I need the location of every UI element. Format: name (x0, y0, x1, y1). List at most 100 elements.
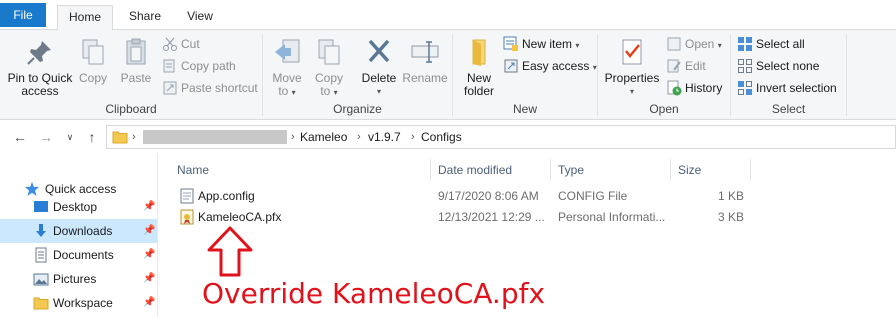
select-all-button[interactable]: Select all (737, 34, 805, 54)
pin-icon (24, 36, 56, 68)
nav-item-label: Documents (53, 248, 114, 262)
chevron-down-icon: ∨ (66, 132, 74, 142)
breadcrumb-configs[interactable]: Configs (421, 126, 462, 148)
file-date-modified: 9/17/2020 8:06 AM (438, 189, 539, 203)
file-row-kameleoca-pfx[interactable]: KameleoCA.pfx 12/13/2021 12:29 ... Perso… (174, 206, 764, 228)
forward-button[interactable]: → (36, 127, 56, 147)
recent-locations-button[interactable]: ∨ (60, 127, 80, 147)
file-size: 1 KB (717, 189, 744, 203)
copy-path-label: Copy path (181, 59, 236, 73)
easy-access-button[interactable]: Easy access ▾ (503, 56, 597, 76)
annotation-up-arrow-icon (205, 226, 255, 281)
nav-item-workspace[interactable]: Workspace 📌 (0, 291, 157, 315)
breadcrumb-version[interactable]: v1.9.7 (368, 126, 401, 148)
breadcrumb-separator: › (291, 131, 295, 143)
column-header-name[interactable]: Name (177, 159, 209, 181)
select-none-button[interactable]: Select none (737, 56, 819, 76)
documents-icon (33, 247, 49, 263)
pictures-icon (33, 271, 49, 287)
nav-item-label: Desktop (53, 200, 98, 214)
file-type: CONFIG File (558, 189, 628, 203)
pin-icon: 📌 (143, 273, 156, 284)
column-divider[interactable] (750, 159, 751, 181)
breadcrumb-separator: › (357, 131, 361, 143)
select-all-icon (737, 36, 753, 52)
copy-path-button[interactable]: Copy path (162, 56, 236, 76)
breadcrumb-separator: › (411, 131, 415, 143)
paste-shortcut-button[interactable]: Paste shortcut (162, 78, 258, 98)
copy-icon (77, 36, 109, 68)
edit-button[interactable]: Edit (666, 56, 706, 76)
nav-item-label: Pictures (53, 272, 97, 286)
properties-button[interactable]: Properties ▾ (602, 36, 662, 98)
cut-button[interactable]: Cut (162, 34, 200, 54)
invert-selection-button[interactable]: Invert selection (737, 78, 837, 98)
new-item-button[interactable]: New item ▾ (503, 34, 579, 54)
back-arrow-icon: ← (13, 129, 27, 145)
tab-file[interactable]: File (0, 3, 46, 27)
new-group: New folder New item ▾ Easy access ▾ New (453, 30, 597, 120)
file-date-modified: 12/13/2021 12:29 ... (438, 210, 545, 224)
back-button[interactable]: ← (10, 127, 30, 147)
copy-to-icon (313, 36, 345, 68)
folder-icon (33, 295, 49, 311)
history-button[interactable]: History (666, 78, 722, 98)
address-bar[interactable]: › › Kameleo › v1.9.7 › Configs (106, 125, 896, 149)
edit-label: Edit (685, 59, 706, 73)
properties-dropdown-arrow: ▾ (629, 87, 634, 96)
up-button[interactable]: ↑ (82, 127, 102, 147)
delete-x-icon (363, 36, 395, 68)
select-none-icon (737, 58, 753, 74)
column-divider[interactable] (550, 159, 551, 181)
move-to-label-line2: to ▾ (278, 84, 296, 98)
file-row-app-config[interactable]: App.config 9/17/2020 8:06 AM CONFIG File… (174, 185, 764, 207)
pin-icon: 📌 (143, 297, 156, 308)
delete-button[interactable]: Delete ▾ (359, 36, 399, 98)
select-all-label: Select all (756, 37, 805, 51)
column-header-type[interactable]: Type (558, 159, 584, 181)
desktop-icon (33, 199, 49, 215)
nav-item-documents[interactable]: Documents 📌 (0, 243, 157, 267)
copy-path-icon (162, 58, 178, 74)
column-divider[interactable] (430, 159, 431, 181)
new-folder-button[interactable]: New folder (459, 36, 499, 98)
move-to-button[interactable]: Move to ▾ (269, 36, 305, 99)
copy-button[interactable]: Copy (76, 36, 110, 85)
clipboard-group: Pin to Quick access Copy Paste Cut Copy … (0, 30, 262, 120)
address-row: ← → ∨ ↑ › › Kameleo › v1.9.7 › Configs (0, 121, 896, 153)
rename-button[interactable]: Rename (401, 36, 449, 85)
scissors-icon (162, 36, 178, 52)
easy-access-icon (503, 58, 519, 74)
tab-view[interactable]: View (176, 5, 224, 30)
nav-item-downloads[interactable]: Downloads 📌 (0, 219, 157, 243)
copy-to-button[interactable]: Copy to ▾ (311, 36, 347, 99)
clipboard-group-label: Clipboard (105, 102, 157, 116)
edit-icon (666, 58, 682, 74)
pin-to-quick-access-button[interactable]: Pin to Quick access (4, 36, 76, 98)
copy-to-label-line2: to ▾ (320, 84, 338, 98)
nav-item-pictures[interactable]: Pictures 📌 (0, 267, 157, 291)
open-button[interactable]: Open ▾ (666, 34, 722, 54)
tab-share[interactable]: Share (119, 5, 171, 30)
column-header-date[interactable]: Date modified (438, 159, 512, 181)
breadcrumb-kameleo[interactable]: Kameleo (300, 126, 347, 148)
cut-label: Cut (181, 37, 200, 51)
ribbon: Pin to Quick access Copy Paste Cut Copy … (0, 30, 896, 120)
easy-access-label: Easy access (522, 59, 590, 73)
nav-item-desktop[interactable]: Desktop 📌 (0, 195, 157, 219)
open-icon (666, 36, 682, 52)
history-icon (666, 80, 682, 96)
new-item-icon (503, 36, 519, 52)
column-header-size[interactable]: Size (678, 159, 701, 181)
paste-button[interactable]: Paste (116, 36, 156, 85)
column-divider[interactable] (670, 159, 671, 181)
file-name: App.config (198, 189, 255, 203)
up-arrow-icon: ↑ (88, 129, 96, 145)
paste-shortcut-label: Paste shortcut (181, 81, 258, 95)
organize-group: Move to ▾ Copy to ▾ Delete ▾ Rename Orga… (263, 30, 452, 120)
invert-selection-label: Invert selection (756, 81, 837, 95)
tab-home[interactable]: Home (57, 5, 113, 31)
file-type: Personal Informati... (558, 210, 666, 224)
forward-arrow-icon: → (39, 129, 53, 145)
delete-dropdown-arrow: ▾ (376, 87, 381, 96)
